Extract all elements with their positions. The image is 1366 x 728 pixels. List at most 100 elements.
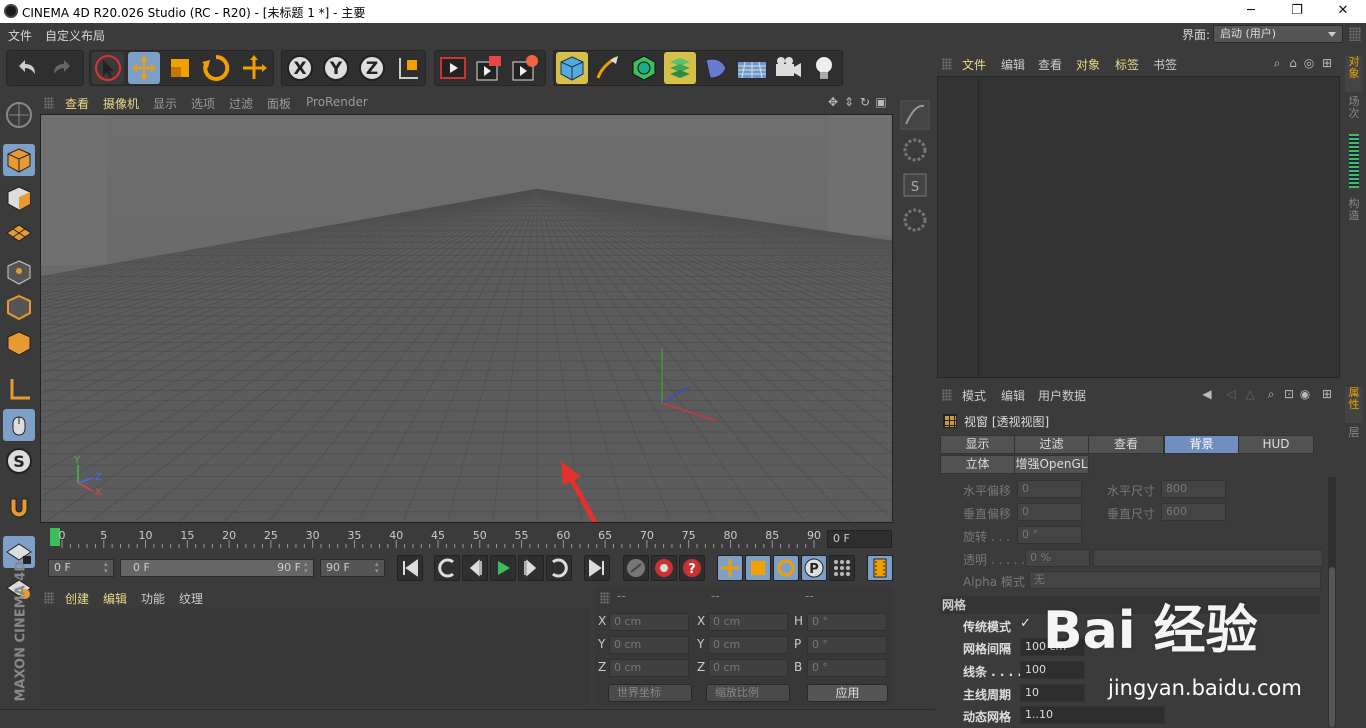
workplane-mode-icon[interactable]	[3, 217, 35, 249]
key-scale-icon[interactable]	[745, 555, 771, 581]
cube-primitive-icon[interactable]	[556, 52, 588, 84]
h-offset-field[interactable]: 0	[1017, 480, 1082, 498]
up-arrow-icon[interactable]: △	[1243, 387, 1257, 401]
scale-mode-dropdown[interactable]: 缩放比例	[706, 684, 790, 702]
tab-attributes[interactable]: 属性	[1345, 387, 1363, 423]
auto-keying-icon[interactable]: ?	[679, 555, 705, 581]
go-to-end-icon[interactable]	[584, 555, 610, 581]
position-y-field[interactable]: 0 cm	[609, 636, 689, 654]
close-button[interactable]: ✕	[1320, 0, 1366, 23]
viewport-menu-options[interactable]: 选项	[191, 95, 215, 112]
rotation-h-field[interactable]: 0 °	[807, 613, 887, 631]
menu-file[interactable]: 文件	[8, 27, 32, 44]
coordinate-system-icon[interactable]	[392, 52, 424, 84]
menu-custom-layout[interactable]: 自定义布局	[45, 27, 105, 44]
alpha-mode-dropdown[interactable]: 无	[1029, 571, 1321, 589]
y-axis-lock-icon[interactable]: Y	[320, 52, 352, 84]
search-icon[interactable]: ⌕	[1270, 56, 1284, 70]
new-window-icon[interactable]: ⊞	[1320, 56, 1334, 70]
end-frame-field[interactable]: 90 F	[320, 559, 385, 577]
snap-magnet-icon[interactable]	[3, 491, 35, 523]
major-lines-field[interactable]: 10	[1020, 684, 1085, 702]
redo-button[interactable]	[46, 52, 78, 84]
tab-display[interactable]: 显示	[940, 435, 1015, 454]
pen-spline-icon[interactable]	[592, 52, 624, 84]
v-offset-field[interactable]: 0	[1017, 503, 1082, 521]
model-mode-icon[interactable]	[3, 144, 35, 176]
maximize-button[interactable]: ❐	[1274, 0, 1320, 23]
gear-icon[interactable]	[900, 135, 930, 165]
scale-tool-icon[interactable]	[164, 52, 196, 84]
world-coordinates-dropdown[interactable]: 世界坐标	[608, 684, 692, 702]
tab-stereo[interactable]: 立体	[940, 455, 1015, 474]
v-size-field[interactable]: 600	[1161, 503, 1226, 521]
objmgr-menu-objects[interactable]: 对象	[1076, 56, 1100, 73]
transparency-field[interactable]: 0 %	[1025, 549, 1090, 567]
back-arrow-icon[interactable]: ◀	[1197, 387, 1217, 401]
viewport-rotate-icon[interactable]: ↻	[858, 95, 872, 109]
viewport-menu-display[interactable]: 显示	[153, 95, 177, 112]
dynamic-grid-dropdown[interactable]: 1..10	[1020, 706, 1165, 724]
viewport-menu-panel[interactable]: 面板	[267, 95, 291, 112]
deformer-icon[interactable]	[700, 52, 732, 84]
next-key-icon[interactable]	[546, 555, 572, 581]
points-mode-icon[interactable]	[3, 256, 35, 288]
viewport-menu-filter[interactable]: 过滤	[229, 95, 253, 112]
key-rotation-icon[interactable]	[773, 555, 799, 581]
attr-menu-user-data[interactable]: 用户数据	[1038, 387, 1086, 404]
key-point-level-icon[interactable]	[829, 555, 855, 581]
viewport-menu-view[interactable]: 查看	[65, 95, 89, 112]
tab-hud[interactable]: HUD	[1238, 435, 1314, 454]
tab-view[interactable]: 查看	[1088, 435, 1164, 454]
attr-menu-mode[interactable]: 模式	[962, 387, 986, 404]
attr-menu-edit[interactable]: 编辑	[1001, 387, 1025, 404]
x-axis-lock-icon[interactable]: X	[284, 52, 316, 84]
light-icon[interactable]	[808, 52, 840, 84]
legacy-mode-checkbox[interactable]: ✓	[1020, 616, 1031, 631]
search-icon[interactable]: ⌕	[1264, 387, 1278, 401]
move-tool-icon[interactable]	[128, 52, 160, 84]
current-frame-field[interactable]: 0 F	[827, 530, 892, 548]
apply-button[interactable]: 应用	[807, 684, 888, 702]
previous-frame-icon[interactable]	[462, 555, 488, 581]
key-position-icon[interactable]	[717, 555, 743, 581]
objmgr-menu-file[interactable]: 文件	[962, 56, 986, 73]
solo-mode-icon[interactable]: S	[3, 445, 35, 477]
motion-record-icon[interactable]	[623, 555, 649, 581]
array-generator-icon[interactable]	[664, 52, 696, 84]
start-frame-field[interactable]: 0 F	[48, 559, 114, 577]
play-icon[interactable]	[490, 555, 516, 581]
h-size-field[interactable]: 800	[1161, 480, 1226, 498]
lock-icon[interactable]: ⊡	[1282, 387, 1296, 401]
undo-button[interactable]	[11, 52, 43, 84]
position-x-field[interactable]: 0 cm	[609, 613, 689, 631]
position-z-field[interactable]: 0 cm	[609, 659, 689, 677]
viewport-move-icon[interactable]: ✥	[826, 95, 840, 109]
live-selection-tool-icon[interactable]	[92, 52, 124, 84]
objmgr-menu-tags[interactable]: 标签	[1115, 56, 1139, 73]
layout-dropdown[interactable]: 启动 (用户)	[1213, 25, 1343, 43]
objmgr-menu-edit[interactable]: 编辑	[1001, 56, 1025, 73]
tab-objects[interactable]: 对象	[1345, 56, 1363, 92]
gear-alt-icon[interactable]	[900, 205, 930, 235]
timeline-ruler[interactable]: 0 5 10 15 20 25 30 35 40 45 50 55 60 65 70 75 80 85 90	[40, 526, 893, 550]
tab-enhanced-opengl[interactable]: 增强OpenGL	[1014, 455, 1089, 474]
previous-key-icon[interactable]	[434, 555, 460, 581]
material-menu-edit[interactable]: 编辑	[103, 590, 127, 607]
rotation-b-field[interactable]: 0 °	[807, 659, 887, 677]
render-view-icon[interactable]	[437, 52, 469, 84]
floor-environment-icon[interactable]	[736, 52, 768, 84]
minimize-button[interactable]: ─	[1228, 0, 1274, 23]
home-icon[interactable]: ⌂	[1286, 56, 1300, 70]
tab-filter[interactable]: 过滤	[1014, 435, 1089, 454]
forward-arrow-icon[interactable]: ◁	[1221, 387, 1241, 401]
viewport-menu-cameras[interactable]: 摄像机	[103, 95, 139, 112]
preview-range-slider[interactable]: 0 F 90 F	[120, 559, 314, 577]
material-menu-texture[interactable]: 纹理	[179, 590, 203, 607]
size-z-field[interactable]: 0 cm	[708, 659, 788, 677]
tab-background[interactable]: 背景	[1164, 435, 1239, 454]
object-manager-list[interactable]	[937, 76, 1340, 378]
tab-takes[interactable]: 场次	[1345, 96, 1363, 122]
next-frame-icon[interactable]	[518, 555, 544, 581]
perspective-viewport[interactable]: Y Z X	[40, 114, 893, 523]
